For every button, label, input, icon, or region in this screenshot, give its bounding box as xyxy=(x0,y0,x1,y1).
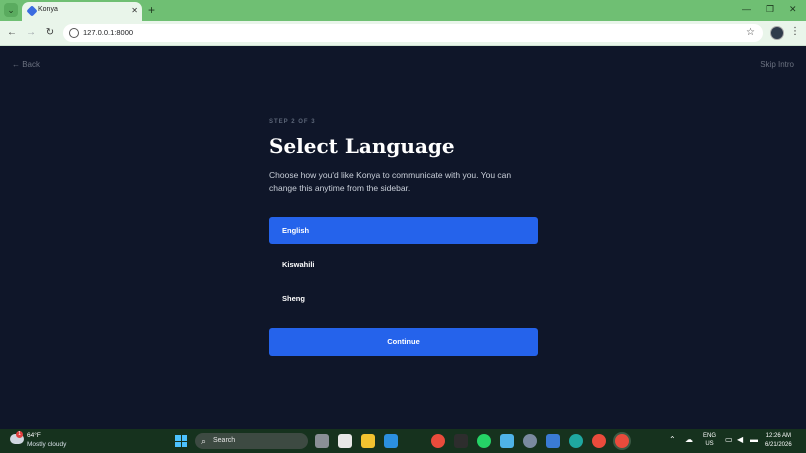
chrome-icon[interactable] xyxy=(431,434,445,448)
address-bar[interactable]: 127.0.0.1:8000 ☆ xyxy=(63,24,763,42)
windows-taskbar: 1 64°F Mostly cloudy ⌕ Search ⌃ ☁ ENG US… xyxy=(0,429,806,453)
region-code: US xyxy=(705,441,714,447)
reload-icon[interactable]: ↻ xyxy=(43,26,57,40)
network-icon[interactable]: ▭ xyxy=(725,434,733,446)
page-description: Choose how you'd like Konya to communica… xyxy=(269,170,512,193)
minimize-button[interactable]: — xyxy=(742,3,751,15)
new-tab-button[interactable]: + xyxy=(148,3,155,17)
page-title: Select Language xyxy=(269,134,455,158)
tab-search-button[interactable]: ⌄ xyxy=(4,3,18,17)
battery-icon[interactable]: ▬ xyxy=(750,434,758,446)
clock-time: 12:26 AM xyxy=(765,433,792,439)
weather-description[interactable]: Mostly cloudy xyxy=(27,441,66,448)
back-arrow-icon[interactable]: ← xyxy=(5,26,19,40)
step-indicator: STEP 2 OF 3 xyxy=(269,119,316,125)
maximize-button[interactable]: ❐ xyxy=(766,3,774,15)
chrome-active-icon[interactable] xyxy=(615,434,629,448)
search-label: Search xyxy=(213,437,236,444)
forward-arrow-icon[interactable]: → xyxy=(24,26,38,40)
tab-title: Konya xyxy=(38,6,58,13)
browser-tab-bar: ⌄ Konya ✕ + — ❐ ✕ xyxy=(0,0,806,21)
browser-toolbar: ← → ↻ 127.0.0.1:8000 ☆ ⋮ xyxy=(0,21,806,46)
taskbar-search-box[interactable]: ⌕ Search xyxy=(195,433,308,449)
language-option-sheng[interactable]: Sheng xyxy=(269,285,538,312)
store-icon[interactable] xyxy=(338,434,352,448)
whatsapp-icon[interactable] xyxy=(477,434,491,448)
settings-gear-icon[interactable] xyxy=(523,434,537,448)
remote-desktop-icon[interactable] xyxy=(546,434,560,448)
vscode-icon[interactable] xyxy=(384,434,398,448)
bookmark-star-icon[interactable]: ☆ xyxy=(746,26,755,40)
task-view-icon[interactable] xyxy=(315,434,329,448)
site-info-icon[interactable] xyxy=(69,28,79,38)
search-icon: ⌕ xyxy=(201,436,207,446)
edge-icon[interactable] xyxy=(569,434,583,448)
chrome-profile-icon[interactable] xyxy=(592,434,606,448)
url-text[interactable]: 127.0.0.1:8000 xyxy=(83,28,133,37)
language-option-english[interactable]: English xyxy=(269,217,538,244)
tab-close-icon[interactable]: ✕ xyxy=(131,5,138,17)
continue-button[interactable]: Continue xyxy=(269,328,538,356)
onboarding-page: ← Back Skip Intro STEP 2 OF 3 Select Lan… xyxy=(0,46,806,429)
language-indicator[interactable]: ENG US xyxy=(703,432,716,448)
browser-tab-konya[interactable]: Konya ✕ xyxy=(22,2,142,21)
browser-menu-icon[interactable]: ⋮ xyxy=(790,25,800,39)
back-link[interactable]: ← Back xyxy=(12,60,40,69)
close-window-button[interactable]: ✕ xyxy=(789,3,797,15)
weather-temperature[interactable]: 64°F xyxy=(27,432,41,439)
konya-favicon-icon xyxy=(26,5,38,17)
file-explorer-icon[interactable] xyxy=(361,434,375,448)
tray-chevron-up-icon[interactable]: ⌃ xyxy=(669,434,676,446)
system-clock[interactable]: 12:26 AM 6/21/2026 xyxy=(765,432,792,450)
onedrive-cloud-icon[interactable]: ☁ xyxy=(685,434,693,446)
windows-start-icon[interactable] xyxy=(175,435,187,447)
terminal-icon[interactable] xyxy=(454,434,468,448)
volume-icon[interactable]: ◀ xyxy=(737,434,743,446)
clock-date: 6/21/2026 xyxy=(765,442,792,448)
notes-icon[interactable] xyxy=(500,434,514,448)
skip-intro-link[interactable]: Skip Intro xyxy=(760,60,794,69)
weather-alert-badge: 1 xyxy=(16,431,23,438)
profile-avatar[interactable] xyxy=(770,26,784,40)
language-code: ENG xyxy=(703,433,717,439)
language-option-kiswahili[interactable]: Kiswahili xyxy=(269,251,538,278)
